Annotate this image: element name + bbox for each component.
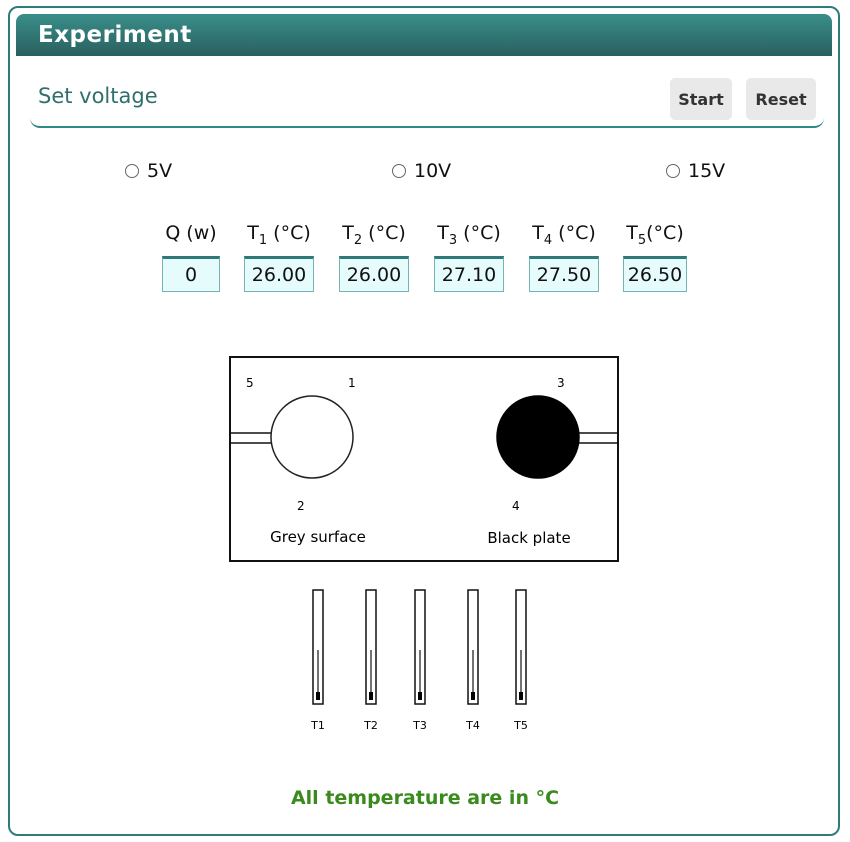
reading-label-main: T: [626, 222, 638, 244]
reading-q: Q (w) 0: [162, 222, 220, 292]
sensor-number-3: 3: [557, 376, 565, 390]
thermometer-t2: T2: [363, 589, 378, 732]
reading-t2: T2 (°C) 26.00: [339, 222, 409, 292]
t4-value-field: 27.50: [529, 256, 599, 292]
reading-label-sub: 3: [448, 232, 458, 248]
voltage-option-5v[interactable]: 5V: [125, 160, 172, 182]
reading-label-main: Q (w): [165, 222, 217, 244]
start-button[interactable]: Start: [670, 78, 732, 120]
panel-title: Experiment: [38, 22, 192, 48]
reading-label-t1: T1 (°C): [244, 222, 314, 250]
thermometer-bulb: [519, 692, 523, 700]
temperature-unit-note: All temperature are in °C: [290, 787, 560, 809]
reading-label-main: T: [437, 222, 449, 244]
thermometer-t3: T3: [412, 589, 427, 732]
reading-label-sub: 4: [543, 232, 553, 248]
thermometer-label: T5: [513, 719, 528, 732]
thermometer-t1: T1: [310, 589, 325, 732]
reading-label-main: T: [342, 222, 354, 244]
voltage-option-15v[interactable]: 15V: [666, 160, 725, 182]
sensor-number-4: 4: [512, 499, 520, 513]
reading-label-q: Q (w): [162, 222, 220, 250]
reading-label-t5: T5(°C): [623, 222, 687, 250]
voltage-toolbar: Set voltage Start Reset: [30, 70, 824, 128]
thermometer-bulb: [316, 692, 320, 700]
reading-label-unit: (°C): [362, 222, 406, 244]
radio-15v[interactable]: [666, 164, 680, 178]
sensor-number-1: 1: [348, 376, 356, 390]
panel-header: Experiment: [16, 14, 832, 56]
reset-button[interactable]: Reset: [746, 78, 816, 120]
thermometer-bulb: [418, 692, 422, 700]
voltage-label-15v: 15V: [688, 160, 726, 182]
reading-label-t2: T2 (°C): [339, 222, 409, 250]
thermometer-bulb: [369, 692, 373, 700]
reading-label-t3: T3 (°C): [434, 222, 504, 250]
reading-label-sub: 2: [353, 232, 363, 248]
thermometer-t4: T4: [465, 589, 480, 732]
thermometer-bulb: [471, 692, 475, 700]
apparatus-diagram: 5 1 3 2 4 Grey surface Black plate T1 T2…: [229, 356, 619, 732]
black-plate-label: Black plate: [487, 529, 570, 547]
reading-label-main: T: [532, 222, 544, 244]
thermometer-label: T1: [310, 719, 325, 732]
reading-label-main: T: [247, 222, 259, 244]
reading-label-unit: (°C): [552, 222, 596, 244]
t2-value-field: 26.00: [339, 256, 409, 292]
thermometer-label: T3: [412, 719, 427, 732]
grey-surface-label: Grey surface: [270, 528, 366, 546]
voltage-label-5v: 5V: [147, 160, 173, 182]
reading-label-unit: (°C): [457, 222, 501, 244]
sensor-number-2: 2: [297, 499, 305, 513]
reading-label-t4: T4 (°C): [529, 222, 599, 250]
reading-t1: T1 (°C) 26.00: [244, 222, 314, 292]
grey-surface-disc: [270, 395, 354, 479]
t3-value-field: 27.10: [434, 256, 504, 292]
reading-t5: T5(°C) 26.50: [623, 222, 687, 292]
q-value-field: 0: [162, 256, 220, 292]
t5-value-field: 26.50: [623, 256, 687, 292]
reading-label-sub: 5: [637, 232, 647, 248]
reading-label-unit: (°C): [646, 222, 684, 244]
reading-t4: T4 (°C) 27.50: [529, 222, 599, 292]
thermometer-label: T4: [465, 719, 480, 732]
reading-t3: T3 (°C) 27.10: [434, 222, 504, 292]
reading-label-unit: (°C): [267, 222, 311, 244]
reading-label-sub: 1: [258, 232, 268, 248]
radio-10v[interactable]: [392, 164, 406, 178]
toolbar-title: Set voltage: [38, 84, 158, 108]
t1-value-field: 26.00: [244, 256, 314, 292]
thermometer-t5: T5: [513, 589, 528, 732]
voltage-label-10v: 10V: [414, 160, 452, 182]
black-plate-disc: [496, 395, 580, 479]
thermometer-label: T2: [363, 719, 378, 732]
sensor-number-5: 5: [246, 376, 254, 390]
radio-5v[interactable]: [125, 164, 139, 178]
voltage-option-10v[interactable]: 10V: [392, 160, 451, 182]
